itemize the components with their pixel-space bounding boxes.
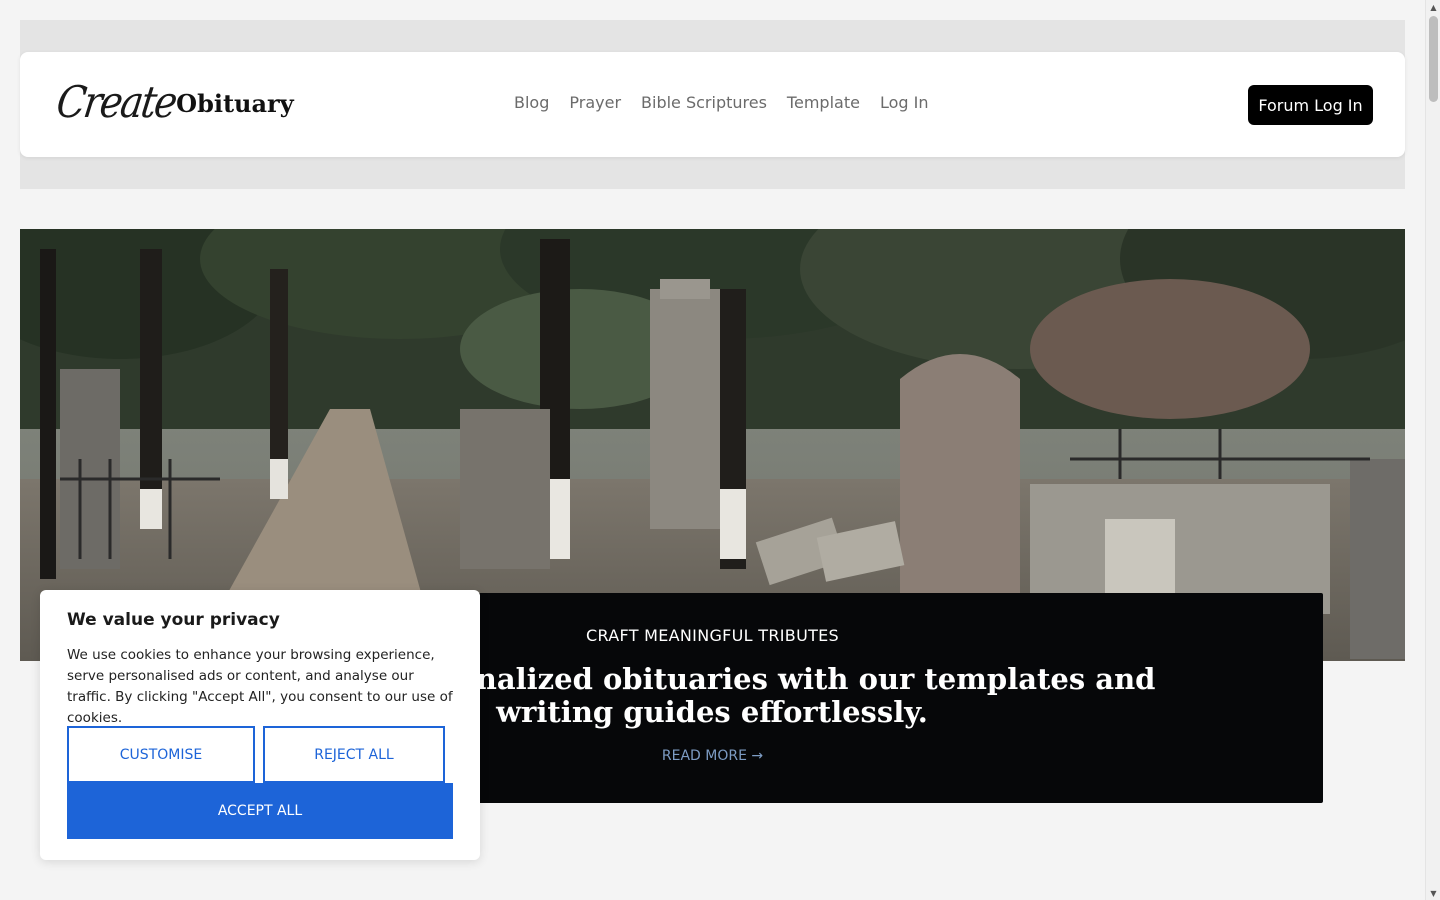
vertical-scrollbar[interactable]: ▲ ▼ — [1425, 0, 1440, 900]
nav-log-in[interactable]: Log In — [880, 92, 929, 114]
arrow-right-icon: → — [751, 748, 764, 764]
cookie-title: We value your privacy — [67, 610, 280, 630]
cookie-consent-dialog: We value your privacy We use cookies to … — [40, 590, 480, 860]
site-header: Create Obituary Blog Prayer Bible Script… — [20, 52, 1405, 157]
scroll-down-arrow-icon[interactable]: ▼ — [1426, 886, 1440, 900]
read-more-label: READ MORE — [661, 748, 747, 764]
logo-script-text: Create — [53, 76, 179, 128]
page: Create Obituary Blog Prayer Bible Script… — [0, 0, 1425, 900]
accept-all-button[interactable]: ACCEPT ALL — [67, 783, 453, 839]
scrollbar-thumb[interactable] — [1429, 16, 1438, 102]
nav-blog[interactable]: Blog — [514, 92, 549, 114]
nav-bible-scriptures[interactable]: Bible Scriptures — [641, 92, 767, 114]
forum-login-button[interactable]: Forum Log In — [1248, 85, 1373, 125]
main-nav: Blog Prayer Bible Scriptures Template Lo… — [514, 92, 928, 114]
cookie-description: We use cookies to enhance your browsing … — [67, 647, 453, 726]
nav-prayer[interactable]: Prayer — [569, 92, 621, 114]
nav-template[interactable]: Template — [787, 92, 860, 114]
logo-bold-text: Obituary — [176, 89, 294, 118]
reject-all-button[interactable]: REJECT ALL — [263, 726, 445, 783]
scroll-up-arrow-icon[interactable]: ▲ — [1426, 0, 1440, 14]
customise-button[interactable]: CUSTOMISE — [67, 726, 255, 783]
site-logo[interactable]: Create Obituary — [53, 76, 294, 128]
